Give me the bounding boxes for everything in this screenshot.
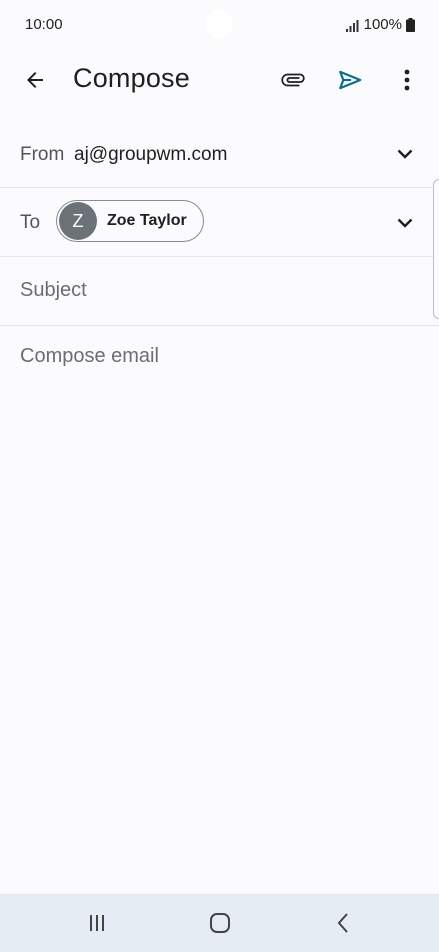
- home-button[interactable]: [205, 908, 235, 938]
- recents-icon: [90, 915, 104, 931]
- chevron-down-icon: [397, 149, 413, 159]
- recents-button[interactable]: [82, 908, 112, 938]
- arrow-back-icon: [27, 72, 43, 88]
- page-title: Compose: [73, 63, 190, 93]
- send-button[interactable]: [333, 64, 367, 96]
- edge-panel-handle[interactable]: [433, 179, 439, 319]
- compose-screen: 10:00 100% Compose From aj@groupwm.com T…: [0, 0, 439, 952]
- from-expand-button[interactable]: [393, 142, 417, 166]
- to-label: To: [20, 212, 41, 233]
- battery-icon: [406, 17, 415, 32]
- avatar: Z: [59, 202, 97, 240]
- to-expand-button[interactable]: [393, 211, 417, 235]
- recipient-name: Zoe Taylor: [107, 212, 187, 229]
- battery-percent: 100%: [363, 16, 402, 33]
- home-icon: [210, 913, 230, 933]
- nav-back-button[interactable]: [328, 908, 358, 938]
- compose-body-field[interactable]: Compose email: [20, 345, 159, 368]
- status-bar: 10:00 100%: [0, 0, 439, 50]
- more-options-button[interactable]: [392, 64, 422, 96]
- status-time: 10:00: [25, 16, 63, 33]
- attach-button[interactable]: [276, 64, 310, 96]
- chevron-down-icon: [397, 218, 413, 228]
- camera-cutout: [205, 10, 233, 38]
- system-nav-bar: [0, 894, 439, 952]
- back-button[interactable]: [18, 64, 52, 96]
- paperclip-icon: [281, 73, 305, 87]
- from-row: From aj@groupwm.com: [0, 120, 439, 188]
- send-icon: [339, 70, 362, 90]
- nav-back-icon: [337, 913, 348, 933]
- status-indicators: 100%: [345, 16, 415, 33]
- from-label: From: [20, 144, 65, 165]
- subject-field[interactable]: Subject: [20, 279, 87, 302]
- app-bar: Compose: [0, 50, 439, 110]
- from-account[interactable]: aj@groupwm.com: [74, 144, 227, 166]
- subject-row: Subject: [0, 257, 439, 326]
- more-vert-icon: [404, 69, 410, 91]
- to-row: To Z Zoe Taylor: [0, 188, 439, 257]
- recipient-chip[interactable]: Z Zoe Taylor: [56, 200, 204, 242]
- signal-icon: [345, 19, 360, 32]
